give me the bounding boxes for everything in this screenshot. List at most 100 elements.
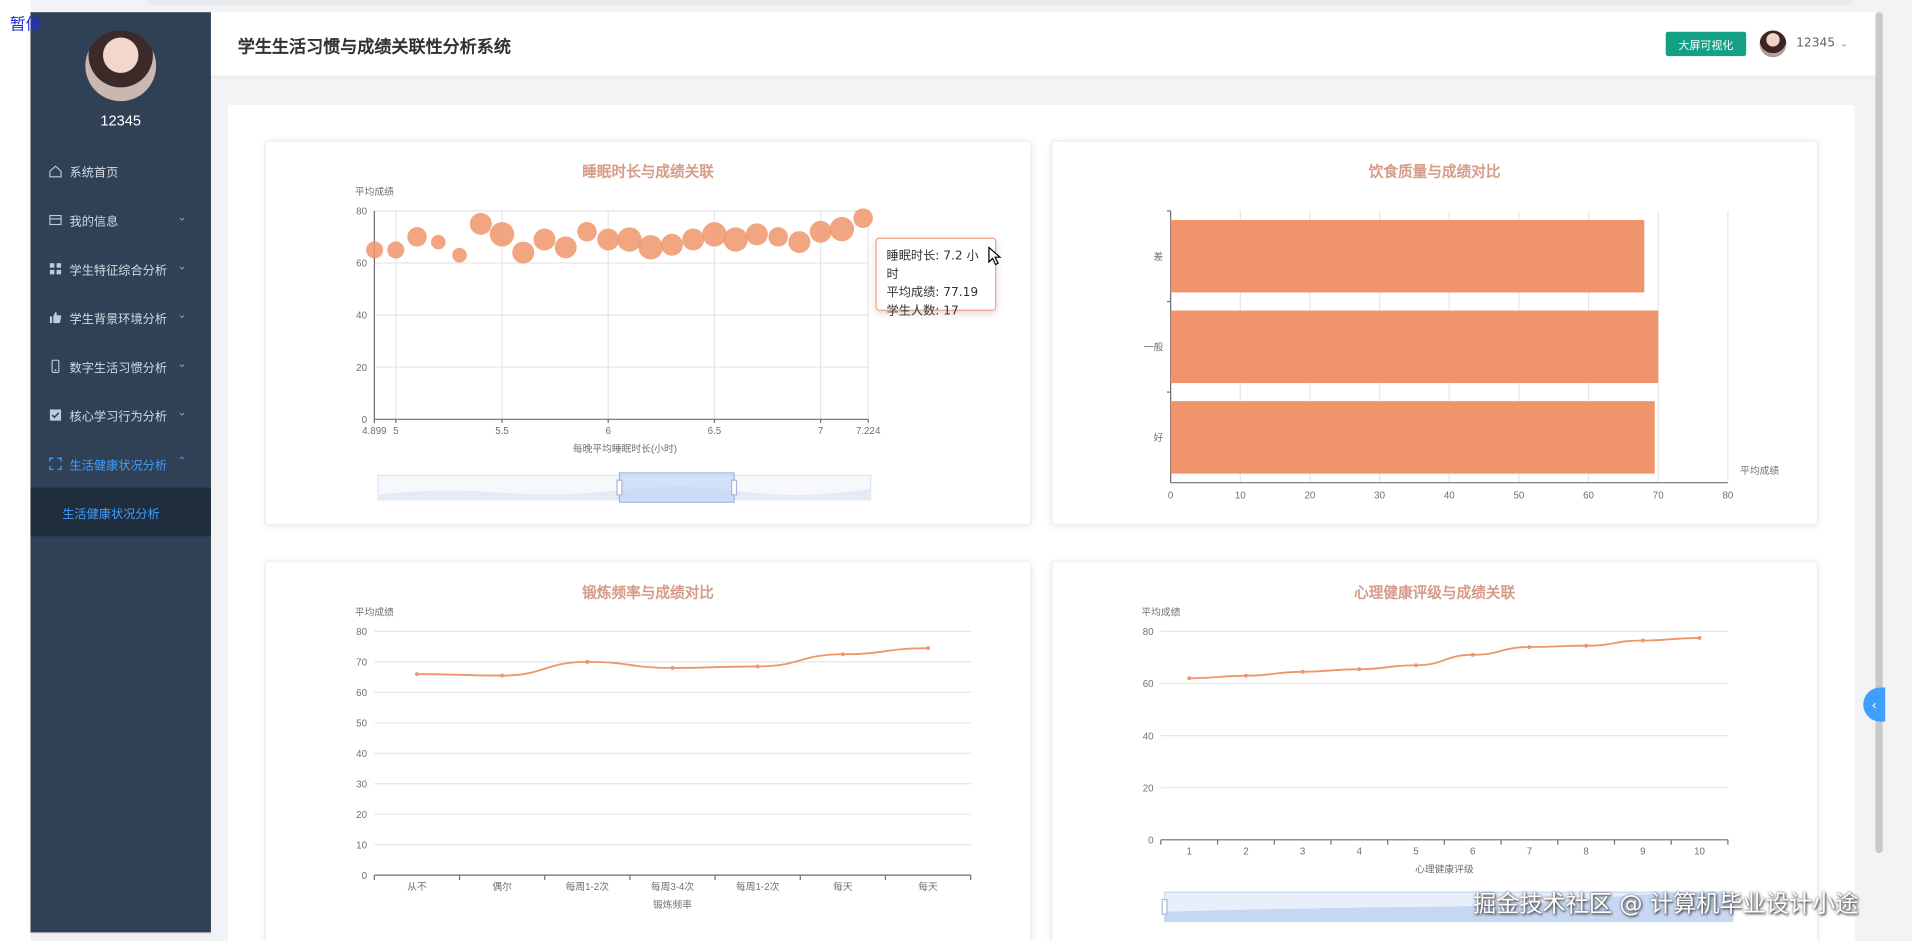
sidebar-item-feature-analysis[interactable]: 学生特征综合分析 ⌄ bbox=[30, 244, 210, 293]
sidebar-item-health-analysis[interactable]: 生活健康状况分析 ⌃ bbox=[30, 439, 210, 488]
y-tick-label: 40 bbox=[1143, 731, 1154, 742]
data-point bbox=[500, 673, 505, 678]
page-title: 学生生活习惯与成绩关联性分析系统 bbox=[237, 37, 511, 58]
scatter-point bbox=[660, 233, 683, 256]
x-tick-label: 从不 bbox=[407, 882, 427, 893]
data-point bbox=[1470, 652, 1475, 657]
y-axis-label: 平均成绩 bbox=[1141, 606, 1180, 619]
chart-panel-mental: 心理健康评级与成绩关联 平均成绩 0 20 40 60 80 1 2 3 4 5 6 7 8 9 10 心理健康… bbox=[1051, 560, 1819, 941]
x-tick-label: 每天 bbox=[918, 880, 938, 893]
chevron-down-icon: ⌄ bbox=[177, 260, 187, 274]
data-point bbox=[670, 666, 675, 670]
x-tick-label: 6.5 bbox=[708, 426, 722, 437]
sidebar-avatar bbox=[85, 30, 157, 102]
x-tick-label: 2 bbox=[1243, 846, 1248, 857]
mouse-cursor-icon bbox=[988, 246, 1002, 266]
collapse-tab-icon[interactable]: ‹ bbox=[1863, 687, 1886, 722]
profile-icon bbox=[48, 212, 63, 227]
x-tick-label: 4.899 bbox=[362, 426, 386, 437]
bar bbox=[1170, 310, 1659, 384]
y-tick-label: 差 bbox=[1154, 250, 1164, 263]
data-point bbox=[840, 652, 845, 657]
left-gutter bbox=[0, 0, 31, 941]
scatter-point bbox=[533, 228, 556, 251]
y-tick-label: 20 bbox=[1143, 783, 1154, 794]
zoom-slider-handle bbox=[616, 479, 623, 496]
sidebar-item-background-analysis[interactable]: 学生背景环境分析 ⌄ bbox=[30, 293, 210, 342]
x-axis-label: 锻炼频率 bbox=[653, 898, 692, 911]
x-tick-label: 4 bbox=[1357, 846, 1363, 857]
sidebar-item-label: 生活健康状况分析 bbox=[69, 458, 168, 473]
y-tick-label: 0 bbox=[362, 415, 368, 426]
y-tick-label: 40 bbox=[356, 749, 367, 760]
zoom-slider-handle bbox=[731, 479, 738, 496]
check-icon bbox=[48, 407, 63, 422]
bar bbox=[1170, 401, 1655, 474]
scatter-point bbox=[452, 247, 467, 263]
pause-overlay-label: 暂停 bbox=[9, 15, 42, 35]
horizontal-scrollbar[interactable] bbox=[30, 932, 211, 941]
y-tick-label: 60 bbox=[1143, 679, 1154, 690]
x-tick-label: 每周3-4次 bbox=[651, 880, 695, 893]
vertical-scrollbar[interactable] bbox=[1875, 12, 1883, 854]
data-point bbox=[1640, 638, 1645, 643]
sidebar-item-label: 数字生活习惯分析 bbox=[69, 361, 168, 375]
chevron-down-icon: ⌄ bbox=[177, 212, 187, 225]
x-tick-label: 30 bbox=[1374, 491, 1385, 502]
bar bbox=[1170, 219, 1645, 293]
chevron-down-icon: ⌄ bbox=[1839, 37, 1849, 49]
x-tick-label: 80 bbox=[1722, 491, 1733, 502]
data-point bbox=[1357, 667, 1362, 672]
scatter-point bbox=[430, 234, 446, 250]
tooltip-line: 学生人数: 17 bbox=[886, 304, 959, 319]
avatar[interactable] bbox=[1759, 30, 1787, 58]
scatter-point bbox=[829, 216, 855, 242]
sidebar-item-my-info[interactable]: 我的信息 ⌄ bbox=[30, 195, 210, 244]
scatter-point bbox=[469, 212, 492, 235]
data-point bbox=[585, 659, 590, 664]
x-tick-label: 5 bbox=[393, 426, 399, 437]
grid-icon bbox=[48, 261, 63, 276]
data-point bbox=[1414, 663, 1418, 668]
top-strip bbox=[146, 0, 1854, 5]
x-tick-label: 70 bbox=[1653, 491, 1664, 502]
x-tick-label: 7 bbox=[818, 426, 823, 437]
sleep-scatter-chart: 平均成绩 0 20 40 60 80 4.899 5 5.5 6 6.5 7 7.224 每晚平均睡眠时长… bbox=[355, 185, 881, 503]
data-point bbox=[414, 672, 419, 677]
scatter-point bbox=[638, 235, 663, 260]
scatter-point bbox=[512, 241, 535, 264]
y-tick-label: 80 bbox=[1143, 627, 1154, 638]
x-axis-label: 平均成绩 bbox=[1740, 464, 1779, 477]
y-axis-label: 平均成绩 bbox=[355, 185, 394, 198]
x-tick-label: 5.5 bbox=[495, 426, 509, 437]
user-dropdown[interactable]: 12345 ⌄ bbox=[1796, 37, 1848, 50]
x-tick-label: 5 bbox=[1413, 846, 1419, 857]
data-point bbox=[1187, 676, 1192, 681]
y-tick-label: 80 bbox=[356, 207, 367, 218]
chart-tooltip: 睡眠时长: 7.2 小时 平均成绩: 77.19 学生人数: 17 bbox=[875, 237, 997, 318]
header-username: 12345 bbox=[1796, 36, 1835, 50]
sidebar-item-home[interactable]: 系统首页 bbox=[30, 146, 210, 195]
home-icon bbox=[48, 163, 63, 178]
sidebar-item-learning-behavior[interactable]: 核心学习行为分析 ⌄ bbox=[30, 390, 210, 439]
bigscreen-button[interactable]: 大屏可视化 bbox=[1665, 31, 1747, 57]
x-tick-label: 7 bbox=[1527, 846, 1532, 857]
y-tick-label: 一般 bbox=[1144, 340, 1164, 353]
chart-panel-exercise: 锻炼频率与成绩对比 平均成绩 0 10 20 30 40 50 60 70 80 从不 偶尔 每周1-2… bbox=[264, 560, 1032, 941]
sidebar-item-digital-habits[interactable]: 数字生活习惯分析 ⌄ bbox=[30, 341, 210, 390]
chart-panel-diet: 饮食质量与成绩对比 0 10 20 30 40 50 60 70 80 差一般好平均成绩 bbox=[1051, 140, 1819, 526]
chevron-down-icon: ⌄ bbox=[177, 309, 187, 322]
sidebar-item-label: 系统首页 bbox=[69, 166, 119, 180]
sidebar: 12345 系统首页 我的信息 ⌄ 学生特征综合分析 ⌄ 学生背景环境分析 ⌄ … bbox=[30, 12, 211, 933]
sidebar-item-label: 核心学习行为分析 bbox=[69, 410, 168, 424]
scatter-point bbox=[366, 241, 384, 259]
submenu-item-health-analysis[interactable]: 生活健康状况分析 bbox=[30, 487, 211, 537]
data-point bbox=[1243, 673, 1248, 678]
y-tick-label: 20 bbox=[356, 363, 367, 374]
scatter-point bbox=[788, 231, 811, 254]
y-tick-label: 20 bbox=[356, 810, 367, 821]
tooltip-line: 平均成绩: 77.19 bbox=[886, 286, 979, 300]
scatter-point bbox=[702, 222, 727, 247]
x-tick-label: 7.224 bbox=[856, 426, 881, 437]
scatter-point bbox=[577, 221, 597, 242]
